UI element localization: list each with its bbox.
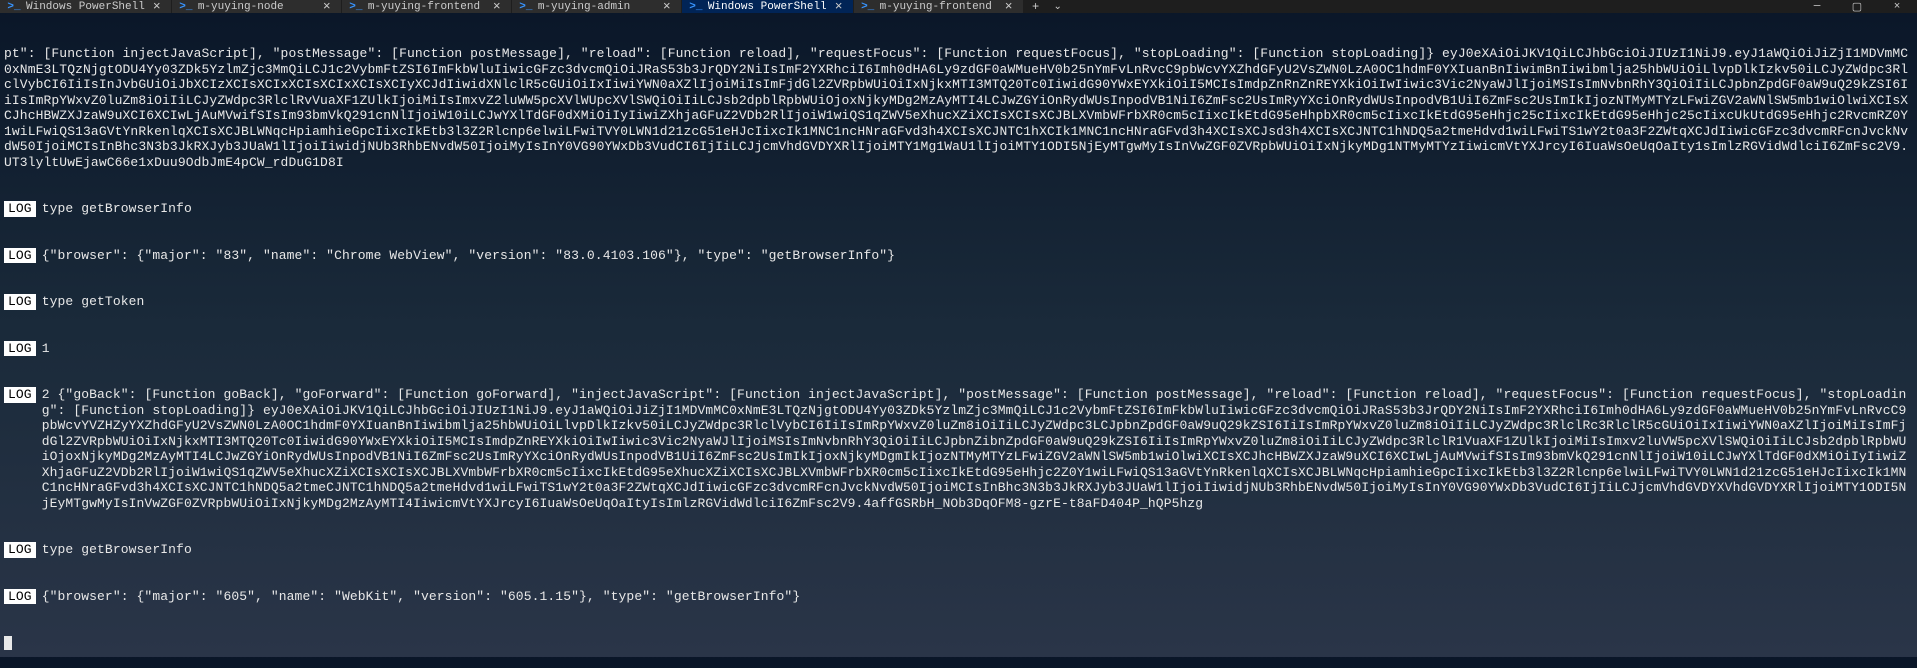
tab-node[interactable]: >_ m-yuying-node × [172,0,342,13]
tab-label: m-yuying-frontend [880,1,992,13]
log-line-6: LOG type getBrowserInfo [4,542,1913,558]
tab-bar: >_ Windows PowerShell × >_ m-yuying-node… [0,0,1068,13]
tab-label: m-yuying-admin [538,1,630,13]
powershell-icon: >_ [8,1,20,13]
log-line-3: LOG type getToken [4,294,1913,310]
log-badge: LOG [4,542,36,558]
terminal-cursor [4,636,12,650]
tab-powershell-2[interactable]: >_ Windows PowerShell × [682,0,854,13]
close-icon[interactable]: × [661,1,673,13]
log-line-1: LOG type getBrowserInfo [4,201,1913,217]
log-text: {"browser": {"major": "83", "name": "Chr… [42,248,1913,264]
close-icon[interactable]: × [321,1,333,13]
log-line-4: LOG 1 [4,341,1913,357]
window-controls: ─ ▢ × [1797,0,1917,13]
close-icon[interactable]: × [1003,1,1015,13]
minimize-button[interactable]: ─ [1797,0,1837,13]
powershell-icon: >_ [690,1,702,13]
log-line-2: LOG {"browser": {"major": "83", "name": "… [4,248,1913,264]
log-text: {"browser": {"major": "605", "name": "We… [42,589,1913,605]
powershell-icon: >_ [180,1,192,13]
log-badge: LOG [4,248,36,264]
log-text: type getToken [42,294,1913,310]
tab-frontend-2[interactable]: >_ m-yuying-frontend × [854,0,1024,13]
log-line-5: LOG 2 {"goBack": [Function goBack], "goFo… [4,387,1913,511]
log-badge: LOG [4,201,36,217]
tab-dropdown-button[interactable]: ⌄ [1048,0,1068,13]
terminal-text-block-1: pt": [Function injectJavaScript], "postM… [4,46,1913,170]
tab-label: Windows PowerShell [708,1,827,13]
close-button[interactable]: × [1877,0,1917,13]
titlebar: >_ Windows PowerShell × >_ m-yuying-node… [0,0,1917,13]
new-tab-button[interactable]: + [1024,0,1048,13]
close-icon[interactable]: × [833,1,845,13]
log-badge: LOG [4,589,36,605]
log-badge: LOG [4,387,36,403]
close-icon[interactable]: × [491,1,503,13]
powershell-icon: >_ [862,1,874,13]
log-text: type getBrowserInfo [42,201,1913,217]
log-text: 1 [42,341,1913,357]
tab-frontend-1[interactable]: >_ m-yuying-frontend × [342,0,512,13]
tab-label: m-yuying-node [198,1,284,13]
log-text: 2 {"goBack": [Function goBack], "goForwa… [42,387,1913,511]
terminal-output[interactable]: pt": [Function injectJavaScript], "postM… [0,13,1917,668]
cursor-line [4,635,1913,651]
log-badge: LOG [4,341,36,357]
log-line-7: LOG {"browser": {"major": "605", "name": … [4,589,1913,605]
powershell-icon: >_ [350,1,362,13]
tab-label: Windows PowerShell [26,1,145,13]
powershell-icon: >_ [520,1,532,13]
tab-powershell-1[interactable]: >_ Windows PowerShell × [0,0,172,13]
tab-admin[interactable]: >_ m-yuying-admin × [512,0,682,13]
tab-label: m-yuying-frontend [368,1,480,13]
close-icon[interactable]: × [151,1,163,13]
maximize-button[interactable]: ▢ [1837,0,1877,13]
log-text: type getBrowserInfo [42,542,1913,558]
log-badge: LOG [4,294,36,310]
